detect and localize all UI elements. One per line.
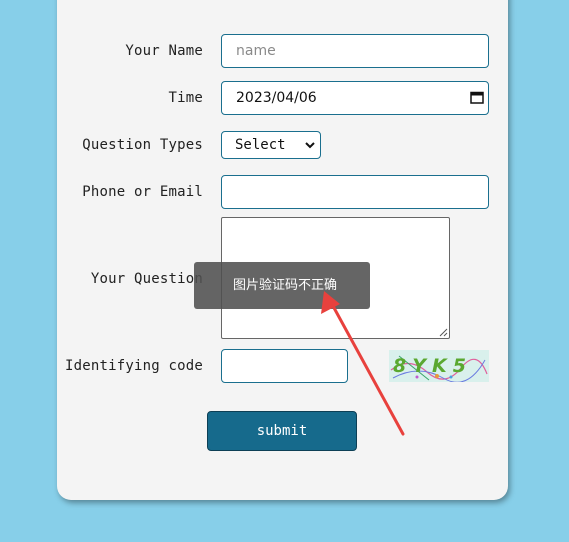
name-placeholder: name [236,43,276,59]
time-value: 2023/04/06 [236,90,317,106]
submit-button[interactable]: submit [207,411,357,451]
identifying-code-label: Identifying code [64,358,203,374]
contact-input[interactable] [221,175,489,209]
identifying-code-input[interactable] [221,349,348,383]
name-input[interactable]: name [221,34,489,68]
chevron-down-icon [305,142,315,149]
time-input[interactable]: 2023/04/06 [221,81,489,115]
captcha-image[interactable]: 8YK5 [389,350,489,382]
question-types-value: Select [235,137,286,153]
contact-label: Phone or Email [82,184,203,200]
question-types-label: Question Types [82,137,203,153]
resize-grip-icon[interactable] [438,327,448,337]
time-label: Time [168,90,203,106]
error-toast: 图片验证码不正确 [194,262,370,309]
name-label: Your Name [125,43,203,59]
captcha-text: 8YK5 [393,355,472,377]
question-types-select[interactable]: Select [221,131,321,159]
question-label: Your Question [90,271,203,287]
calendar-icon[interactable] [470,90,484,104]
